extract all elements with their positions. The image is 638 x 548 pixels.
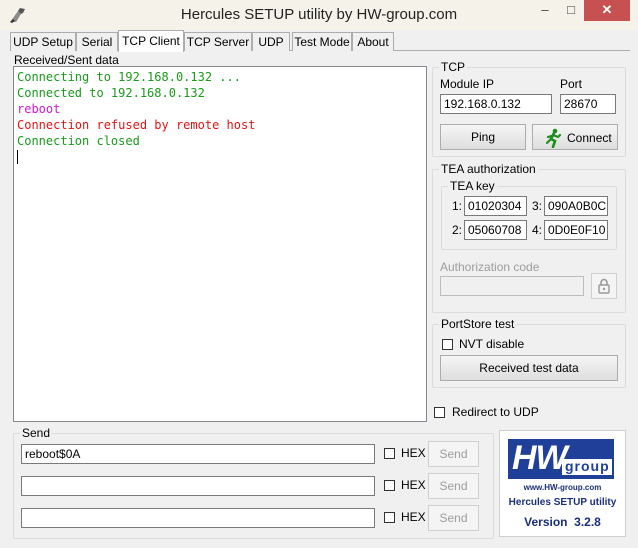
tab-udp[interactable]: UDP: [252, 32, 290, 51]
redirect-to-udp-label: Redirect to UDP: [452, 405, 539, 419]
tea-key-1-field[interactable]: 01020304: [464, 196, 527, 216]
running-man-icon: [545, 128, 562, 148]
logo-product-name: Hercules SETUP utility: [508, 497, 617, 508]
tab-test-mode[interactable]: Test Mode: [292, 32, 352, 51]
authorization-code-field[interactable]: [440, 276, 584, 296]
close-button[interactable]: ✕: [584, 0, 630, 21]
logo-hw-text: HW: [512, 439, 568, 477]
minimize-button[interactable]: –: [532, 0, 558, 21]
log-line: Connection refused by remote host: [17, 118, 256, 132]
received-data-textarea[interactable]: Connecting to 192.168.0.132 ... Connecte…: [13, 66, 427, 422]
logo-group-box: group: [562, 458, 612, 475]
send-group-title: Send: [20, 426, 53, 440]
tea-key-3-field[interactable]: 090A0B0C: [544, 196, 608, 216]
text-caret: [17, 150, 18, 164]
send-field-3[interactable]: [21, 508, 375, 528]
nvt-disable-checkbox[interactable]: [442, 339, 453, 350]
hex-checkbox-2[interactable]: [384, 480, 395, 491]
received-sent-label: Received/Sent data: [14, 53, 119, 67]
tab-tcp-client[interactable]: TCP Client: [118, 30, 184, 52]
hw-logo-block: HW group: [508, 439, 614, 479]
log-line: Connected to 192.168.0.132: [17, 86, 205, 100]
logo-version: Version 3.2.8: [524, 515, 601, 529]
tea-key-4-field[interactable]: 0D0E0F10: [544, 220, 608, 240]
log-line: Connection closed: [17, 134, 140, 148]
tea-key-2-field[interactable]: 05060708: [464, 220, 527, 240]
tea-key-title: TEA key: [448, 179, 497, 193]
tab-about[interactable]: About: [352, 32, 394, 51]
authorization-code-label: Authorization code: [440, 260, 540, 274]
send-button-3[interactable]: Send: [428, 505, 479, 531]
log-line: Connecting to 192.168.0.132 ...: [17, 70, 241, 84]
tab-udp-setup[interactable]: UDP Setup: [10, 32, 76, 51]
send-field-2[interactable]: [21, 476, 375, 496]
hex-label-1: HEX: [401, 446, 426, 460]
maximize-button[interactable]: □: [558, 0, 584, 21]
connect-button[interactable]: Connect: [532, 124, 618, 150]
ping-button[interactable]: Ping: [440, 124, 526, 150]
received-test-data-button[interactable]: Received test data: [440, 355, 618, 381]
send-button-1[interactable]: Send: [428, 441, 479, 467]
lock-icon: [598, 278, 610, 294]
tab-tcp-server[interactable]: TCP Server: [184, 32, 252, 51]
title-bar: Hercules SETUP utility by HW-group.com –…: [0, 0, 638, 30]
lock-button[interactable]: [591, 273, 617, 299]
hex-label-3: HEX: [401, 510, 426, 524]
portstore-group-title: PortStore test: [439, 317, 517, 331]
module-ip-label: Module IP: [440, 77, 495, 91]
tab-serial[interactable]: Serial: [76, 32, 118, 51]
nvt-disable-label: NVT disable: [459, 337, 525, 351]
app-window: Hercules SETUP utility by HW-group.com –…: [0, 0, 638, 548]
redirect-to-udp-checkbox[interactable]: [434, 407, 445, 418]
send-button-2[interactable]: Send: [428, 473, 479, 499]
send-field-1[interactable]: reboot$0A: [21, 444, 375, 464]
tea-key-1-label: 1:: [452, 199, 463, 213]
tea-key-3-label: 3:: [532, 199, 543, 213]
tcp-group-title: TCP: [439, 60, 467, 74]
log-line: reboot: [17, 102, 61, 116]
logo-group-text: group: [565, 458, 610, 474]
hw-group-logo[interactable]: HW group www.HW-group.com Hercules SETUP…: [499, 430, 626, 537]
connect-button-label: Connect: [567, 131, 612, 145]
hex-label-2: HEX: [401, 478, 426, 492]
module-ip-field[interactable]: 192.168.0.132: [440, 94, 552, 114]
tea-group-title: TEA authorization: [439, 162, 538, 176]
hex-checkbox-1[interactable]: [384, 448, 395, 459]
tea-key-2-label: 2:: [452, 223, 463, 237]
port-field[interactable]: 28670: [560, 94, 616, 114]
tea-key-4-label: 4:: [532, 223, 543, 237]
logo-url: www.HW-group.com: [523, 483, 602, 492]
hex-checkbox-3[interactable]: [384, 512, 395, 523]
port-label: Port: [560, 77, 583, 91]
